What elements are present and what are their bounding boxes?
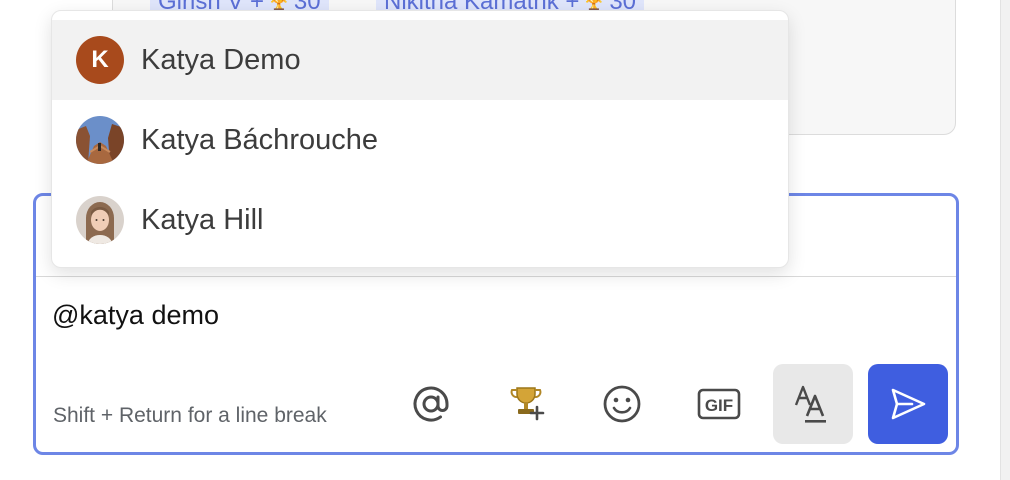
mention-option-name: Katya Demo [141, 43, 301, 76]
give-award-button[interactable] [487, 364, 567, 444]
gif-button[interactable]: GIF [679, 364, 759, 444]
message-input[interactable]: @katya demo [52, 300, 219, 331]
avatar [76, 116, 124, 164]
mention-option[interactable]: K Katya Demo [52, 20, 788, 100]
avatar: K [76, 36, 124, 84]
text-format-icon [794, 385, 826, 423]
mention-option[interactable]: Katya Báchrouche [52, 100, 788, 180]
avatar-photo [76, 116, 124, 164]
composer-divider [36, 276, 956, 277]
svg-text:GIF: GIF [705, 396, 733, 415]
app-stage: Girish V +🏆30 Nikitha Kamathk +🏆30 @katy… [0, 0, 1010, 480]
line-break-hint: Shift + Return for a line break [53, 404, 327, 427]
send-icon [891, 388, 926, 420]
mention-suggestions: K Katya Demo Katya Báchrouche Katya Hill [51, 10, 789, 268]
avatar [76, 196, 124, 244]
emoji-button[interactable] [582, 364, 662, 444]
avatar-initial: K [91, 46, 109, 73]
avatar-photo [76, 196, 124, 244]
mention-option[interactable]: Katya Hill [52, 180, 788, 260]
send-button[interactable] [868, 364, 948, 444]
mention-option-name: Katya Hill [141, 203, 264, 236]
text-format-button[interactable] [773, 364, 853, 444]
mention-option-name: Katya Báchrouche [141, 123, 378, 156]
at-icon [413, 386, 449, 422]
award-icon [510, 387, 545, 421]
gif-icon: GIF [697, 388, 741, 420]
mention-button[interactable] [391, 364, 471, 444]
emoji-icon [603, 385, 641, 423]
page-edge [1000, 0, 1010, 480]
